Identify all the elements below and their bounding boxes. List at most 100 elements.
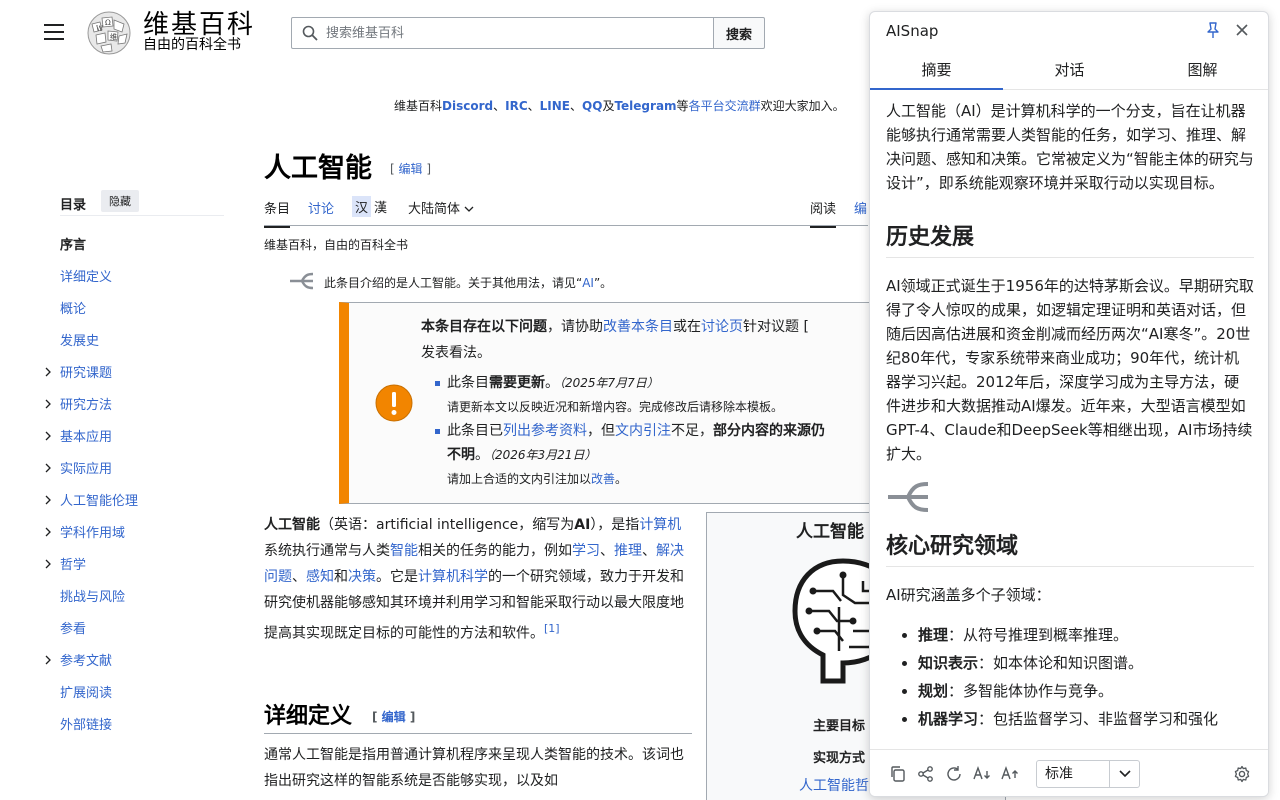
summary-core-list: 推理：从符号推理到概率推理。知识表示：如本体论和知识图谱。规划：多智能体协作与竞… — [886, 621, 1254, 733]
edit-bracket: [ — [372, 710, 382, 724]
title-edit-link[interactable]: [ 编辑 ] — [390, 160, 431, 177]
citation-ref[interactable]: [1] — [544, 622, 560, 635]
link-decision[interactable]: 决策 — [348, 569, 376, 585]
notice-link-qq[interactable]: QQ — [582, 99, 602, 113]
main-menu-icon[interactable] — [44, 24, 64, 40]
search-button[interactable]: 搜索 — [713, 17, 765, 49]
traditional-toggle[interactable]: 漢 — [371, 196, 390, 217]
infobox-link-philosophy[interactable]: 人工智能哲 — [799, 775, 869, 795]
simplified-toggle[interactable]: 汉 — [352, 196, 372, 217]
lead-text: 。它是 — [376, 569, 418, 585]
svg-text:维: 维 — [110, 32, 117, 41]
summary-heading-core: 核心研究领域 — [886, 528, 1254, 567]
lead-text: 相关的任务的能力，例如 — [418, 543, 572, 559]
toc-item-label: 参看 — [60, 622, 87, 637]
toc-item[interactable]: 序言 — [44, 230, 224, 262]
talk-page-link[interactable]: 讨论页 — [701, 319, 743, 335]
toc-item[interactable]: 概论 — [44, 294, 224, 326]
edit-link[interactable]: 编辑 — [399, 162, 423, 176]
improve-link[interactable]: 改善 — [591, 472, 615, 486]
toc-hide-button[interactable]: 隐藏 — [101, 190, 139, 212]
chevron-right-icon[interactable] — [44, 518, 56, 550]
tab-diagram[interactable]: 图解 — [1136, 50, 1268, 90]
close-icon[interactable] — [1233, 21, 1251, 39]
toc-item[interactable]: 哲学 — [44, 550, 224, 582]
link-perception[interactable]: 感知 — [306, 569, 334, 585]
share-icon[interactable] — [916, 764, 936, 784]
references-link[interactable]: 列出参考资料 — [503, 423, 587, 439]
toc-item[interactable]: 参看 — [44, 614, 224, 646]
style-select-value: 标准 — [1045, 766, 1073, 782]
edit-link[interactable]: 编辑 — [382, 710, 406, 724]
toc-item[interactable]: 参考文献 — [44, 646, 224, 678]
toc-item-label: 人工智能伦理 — [60, 494, 139, 509]
tab-talk[interactable]: 讨论 — [308, 198, 334, 226]
tab-edit[interactable]: 编 — [854, 198, 867, 226]
panel-header: AISnap — [870, 12, 1268, 50]
chevron-right-icon[interactable] — [44, 550, 56, 582]
chevron-right-icon[interactable] — [44, 646, 56, 678]
list-item-desc: ：如本体论和知识图谱。 — [978, 654, 1144, 672]
notice-link-telegram[interactable]: Telegram — [614, 99, 676, 113]
copy-icon[interactable] — [888, 764, 908, 784]
chevron-right-icon[interactable] — [44, 358, 56, 390]
section-edit-link[interactable]: [ 编辑 ] — [372, 708, 415, 725]
search-input[interactable] — [326, 18, 706, 48]
pin-icon[interactable] — [1204, 21, 1222, 39]
script-variant-toggle[interactable]: 汉漢 — [352, 196, 390, 217]
toc-item[interactable]: 研究课题 — [44, 358, 224, 390]
chevron-right-icon[interactable] — [44, 422, 56, 454]
toc-item-label: 实际应用 — [60, 462, 113, 477]
toc-item[interactable]: 详细定义 — [44, 262, 224, 294]
refresh-icon[interactable] — [944, 764, 964, 784]
notice-separator: 、 — [570, 99, 583, 113]
toc-item[interactable]: 挑战与风险 — [44, 582, 224, 614]
notice-link-discord[interactable]: Discord — [442, 99, 493, 113]
tab-summary[interactable]: 摘要 — [870, 50, 1003, 90]
notice-link-groups[interactable]: 各平台交流群 — [689, 99, 761, 113]
improve-article-link[interactable]: 改善本条目 — [603, 319, 673, 335]
issue-note: 。 — [615, 472, 628, 486]
font-decrease-icon[interactable] — [972, 764, 992, 784]
toc-item-label: 哲学 — [60, 558, 87, 573]
gear-icon[interactable] — [1232, 764, 1252, 784]
hatnote-link-ai[interactable]: AI — [582, 276, 594, 290]
link-intelligence[interactable]: 智能 — [390, 543, 418, 559]
toc-item[interactable]: 人工智能伦理 — [44, 486, 224, 518]
tab-read[interactable]: 阅读 — [810, 198, 837, 228]
search-box[interactable] — [291, 17, 714, 49]
wikipedia-globe-icon[interactable]: W Ω 维 — [84, 10, 134, 56]
toc-item[interactable]: 学科作用域 — [44, 518, 224, 550]
issue-text: 此条目 — [447, 375, 489, 391]
page-tabs: 条目 讨论 汉漢 大陆简体 阅读 编 — [264, 186, 868, 228]
summary-core-intro: AI研究涵盖多个子领域： — [886, 586, 1051, 604]
chevron-right-icon[interactable] — [44, 486, 56, 518]
tab-chat[interactable]: 对话 — [1003, 50, 1136, 90]
style-select[interactable]: 标准 — [1036, 760, 1140, 788]
font-increase-icon[interactable] — [1000, 764, 1020, 784]
tab-article[interactable]: 条目 — [264, 198, 291, 228]
link-computer[interactable]: 计算机 — [639, 517, 681, 533]
notice-link-line[interactable]: LINE — [540, 99, 570, 113]
toc-item[interactable]: 基本应用 — [44, 422, 224, 454]
language-variant-dropdown[interactable]: 大陆简体 — [408, 198, 474, 217]
chevron-right-icon[interactable] — [44, 390, 56, 422]
definition-paragraph: 通常人工智能是指用普通计算机程序来呈现人类智能的技术。该词也指出研究这样的智能系… — [264, 747, 684, 789]
lead-paragraph: 人工智能（英语：artificial intelligence，缩写为AI），是… — [264, 512, 684, 647]
toc-item[interactable]: 发展史 — [44, 326, 224, 358]
section-heading-text: 详细定义 — [264, 703, 353, 729]
toc-item[interactable]: 外部链接 — [44, 710, 224, 742]
chevron-right-icon[interactable] — [44, 454, 56, 486]
link-learning[interactable]: 学习 — [572, 543, 600, 559]
toc-item[interactable]: 实际应用 — [44, 454, 224, 486]
toc-item[interactable]: 研究方法 — [44, 390, 224, 422]
link-computer-science[interactable]: 计算机科学 — [418, 569, 488, 585]
notice-link-irc[interactable]: IRC — [505, 99, 528, 113]
logo-title[interactable]: 维基百科 — [143, 10, 255, 40]
toc-item[interactable]: 扩展阅读 — [44, 678, 224, 710]
link-reasoning[interactable]: 推理 — [614, 543, 642, 559]
issue-text: [ — [799, 319, 809, 335]
inline-citation-link[interactable]: 文内引注 — [615, 423, 671, 439]
issue-text: 。 — [475, 447, 489, 463]
issue-notice-intro: 本条目存在以下问题，请协助改善本条目或在讨论页针对议题 [发表看法。 — [421, 314, 878, 366]
